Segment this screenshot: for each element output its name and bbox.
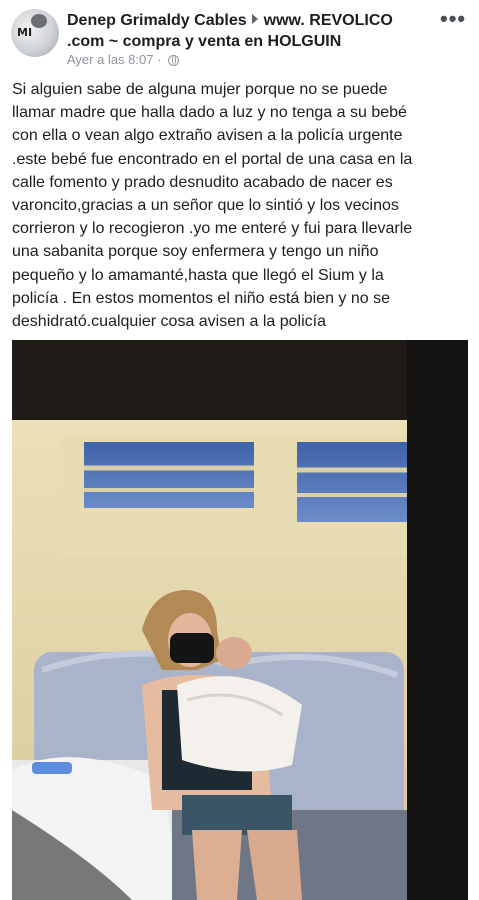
photo-illustration <box>12 340 468 900</box>
author-avatar[interactable]: MI <box>11 9 59 57</box>
meta-separator: · <box>157 52 162 67</box>
post-text-line: una sabanita porque soy enfermera y teng… <box>12 243 379 261</box>
post-text-line: deshidrató.cualquier cosa avisen a la po… <box>12 313 326 331</box>
post-photo[interactable] <box>12 340 468 900</box>
post-text-line: .este bebé fue encontrado en el portal d… <box>12 150 413 168</box>
post-text-line: varoncito,gracias a un señor que lo sint… <box>12 197 399 215</box>
post-text-line: Si alguien sabe de alguna mujer porque n… <box>12 81 388 98</box>
post-body-text: Si alguien sabe de alguna mujer porque n… <box>12 78 471 333</box>
post-header: MI Denep Grimaldy Cables www. REVOLICO .c… <box>0 0 479 76</box>
avatar-figure <box>31 14 47 28</box>
post-title: Denep Grimaldy Cables www. REVOLICO .com … <box>67 10 427 52</box>
post-text-line: pequeño y lo amamanté,hasta que llegó el… <box>12 266 384 284</box>
post-text-line: con ella o vean algo extraño avisen a la… <box>12 127 403 145</box>
post-text-line: calle fomento y prado desnudito acabado … <box>12 173 393 191</box>
post-text-line: policía . En estos momentos el niño está… <box>12 289 390 307</box>
post-meta: Ayer a las 8:07 · <box>67 52 180 67</box>
avatar-logo-text: MI <box>17 26 33 39</box>
post-timestamp-link[interactable]: Ayer a las 8:07 <box>67 52 153 67</box>
author-name-link[interactable]: Denep Grimaldy Cables <box>67 12 247 29</box>
more-options-icon[interactable]: ••• <box>440 8 470 30</box>
caret-right-icon <box>251 14 258 24</box>
post-text-line: corrieron y lo recogieron .yo me enteré … <box>12 220 413 238</box>
post-text-line: llamar madre que halla dado a luz y no t… <box>12 104 407 122</box>
globe-icon <box>168 55 180 66</box>
